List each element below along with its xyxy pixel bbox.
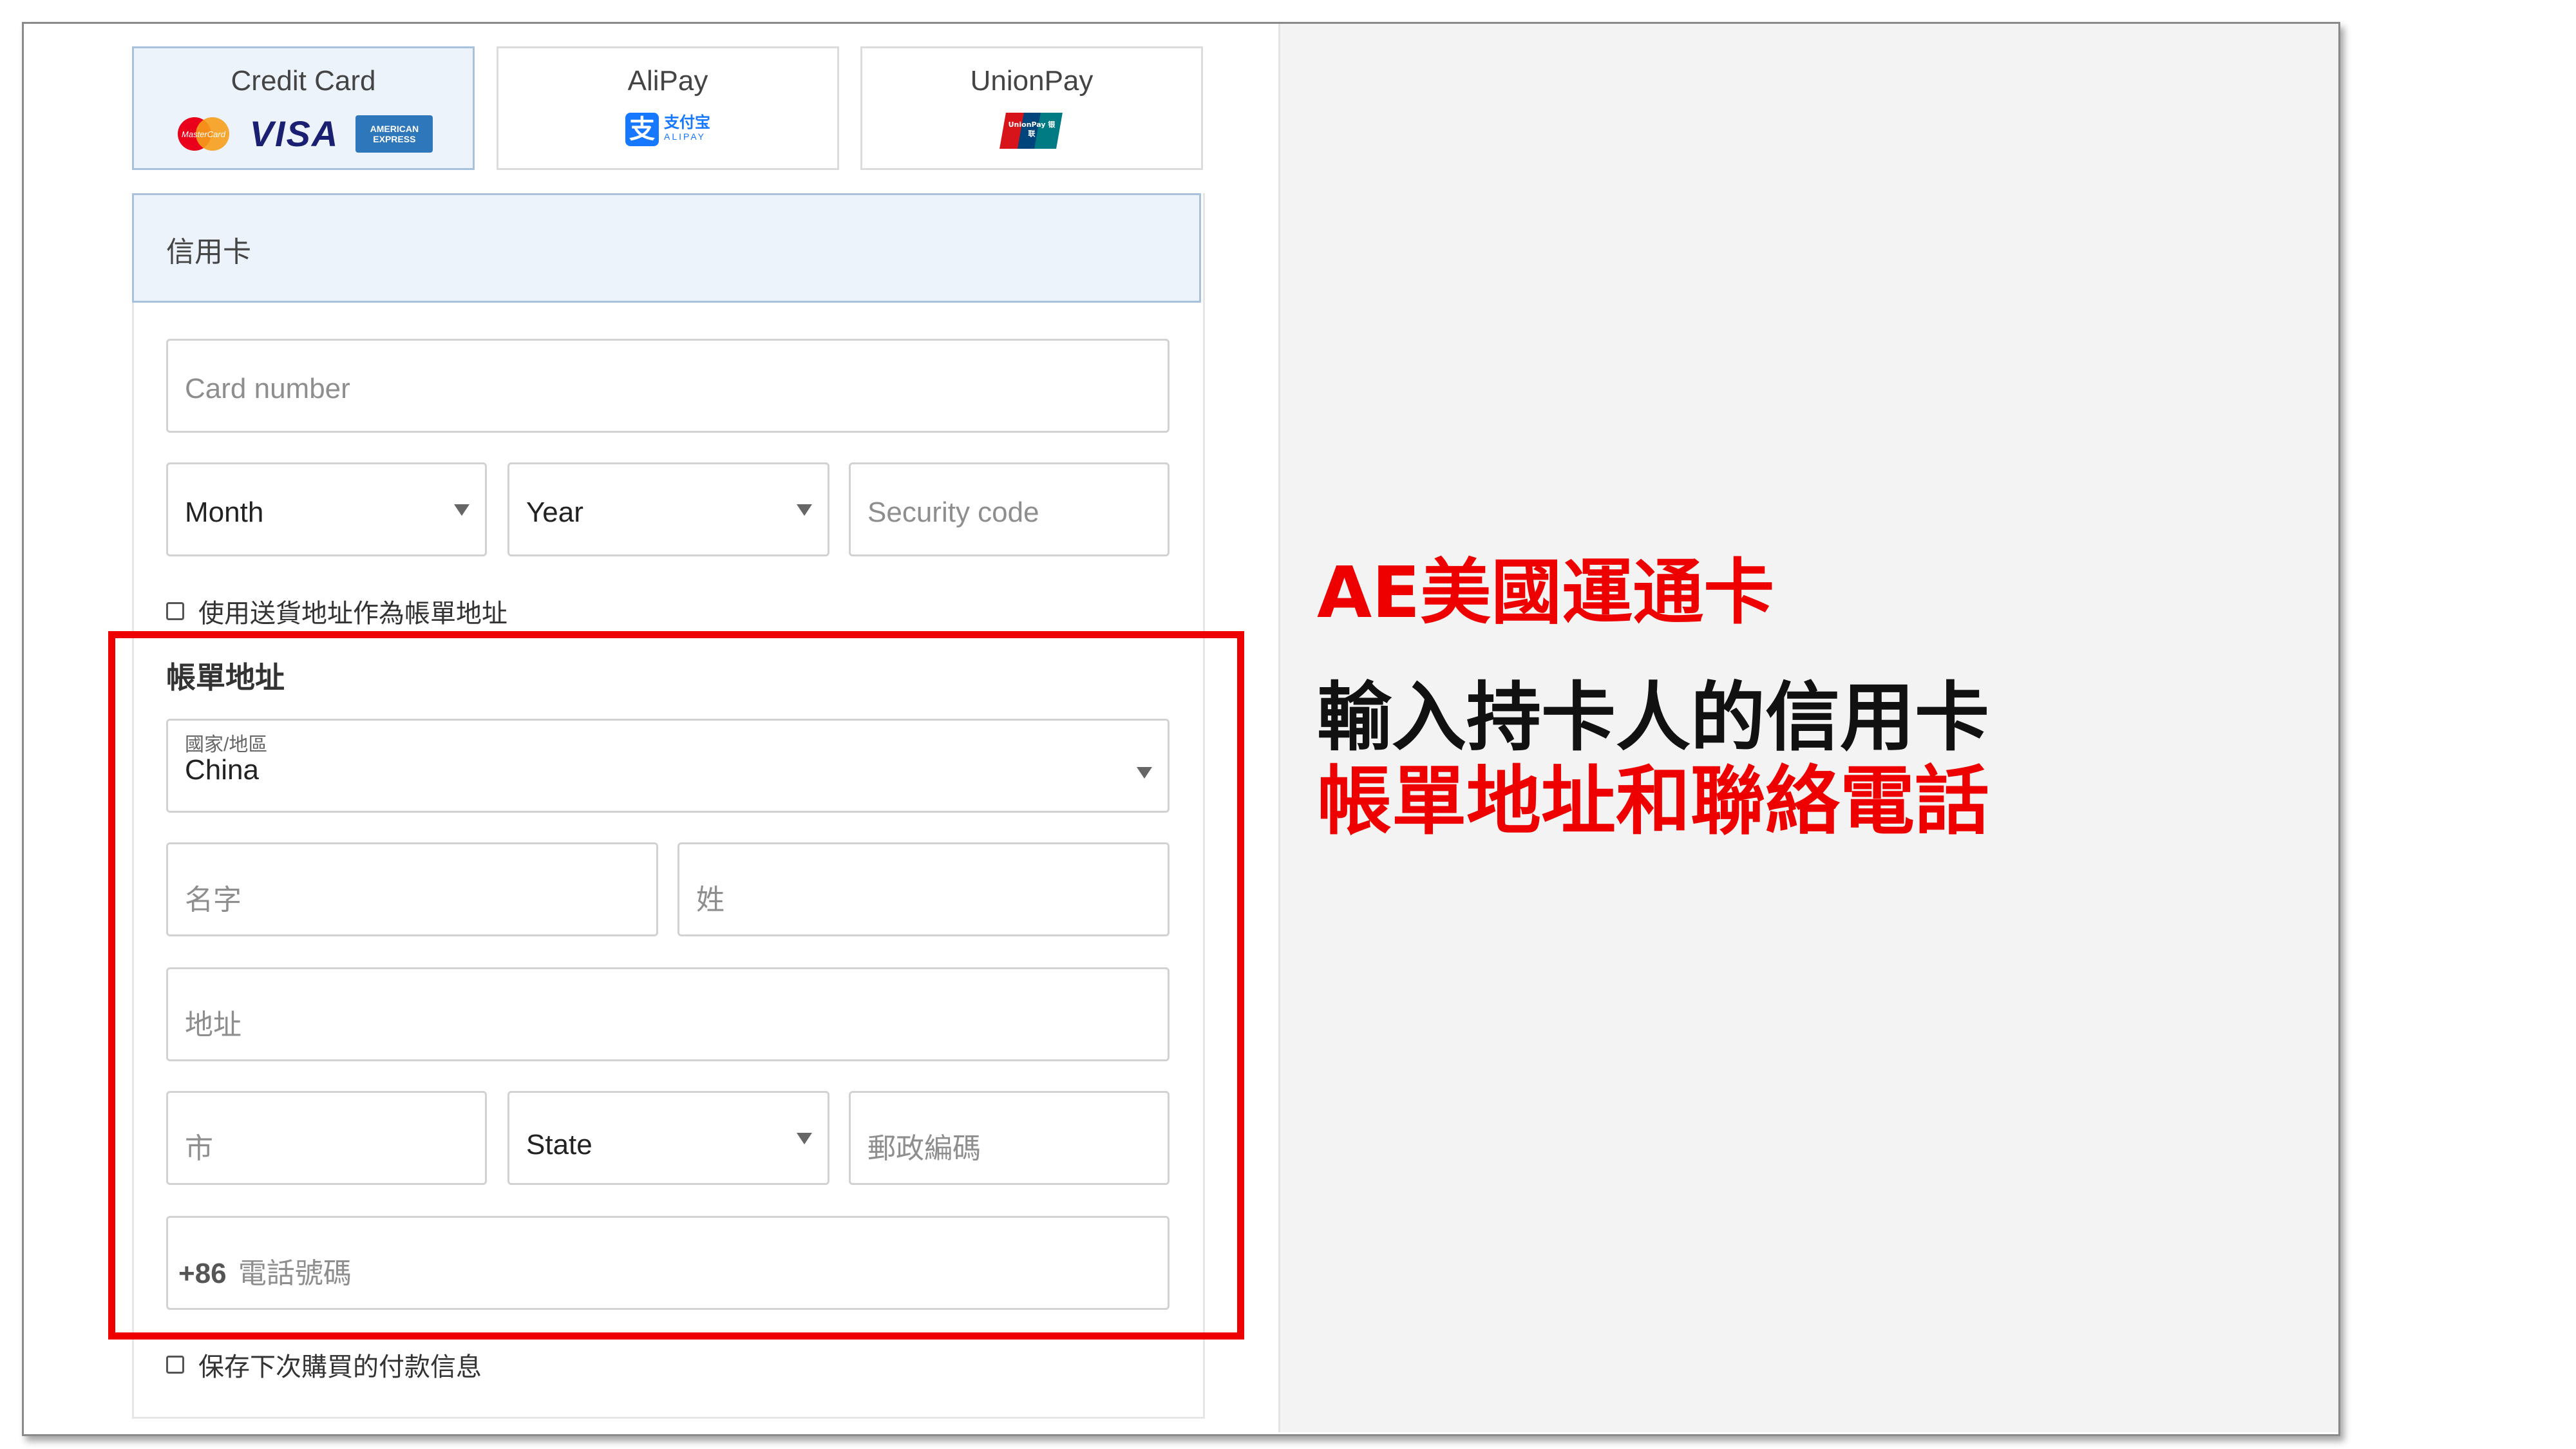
use-shipping-checkbox-row[interactable]: 使用送貨地址作為帳單地址	[166, 592, 507, 630]
use-shipping-checkbox[interactable]	[166, 602, 184, 620]
credit-card-section-header: 信用卡	[132, 193, 1201, 303]
tab-label: UnionPay	[970, 65, 1094, 97]
annotation-line2: 帳單地址和聯絡電話	[1317, 758, 1989, 845]
annotation-title: AE美國運通卡	[1317, 551, 1775, 634]
security-code-input[interactable]: Security code	[849, 462, 1170, 556]
section-title: 信用卡	[166, 236, 251, 268]
chevron-down-icon	[797, 504, 812, 516]
save-payment-checkbox[interactable]	[166, 1356, 184, 1374]
highlight-box	[108, 631, 1244, 1340]
save-payment-checkbox-row[interactable]: 保存下次購買的付款信息	[166, 1346, 482, 1383]
chevron-down-icon	[454, 504, 469, 516]
svg-text:MasterCard: MasterCard	[182, 129, 226, 139]
save-payment-label: 保存下次購買的付款信息	[198, 1353, 482, 1381]
month-select[interactable]: Month	[166, 462, 487, 556]
tab-label: AliPay	[627, 65, 708, 97]
amex-logo: AMERICAN EXPRESS	[355, 115, 433, 153]
tab-alipay[interactable]: AliPay 支 支付宝 ALIPAY	[497, 46, 839, 170]
tab-unionpay[interactable]: UnionPay UnionPay 银联	[860, 46, 1203, 170]
tab-credit-card[interactable]: Credit Card MasterCard VISA AMERICAN EXP…	[132, 46, 475, 170]
visa-logo: VISA	[249, 113, 339, 154]
alipay-logo: 支 支付宝 ALIPAY	[625, 113, 710, 146]
year-select[interactable]: Year	[507, 462, 829, 556]
mastercard-logo: MasterCard	[177, 117, 229, 151]
use-shipping-label: 使用送貨地址作為帳單地址	[198, 600, 507, 628]
card-number-input[interactable]: Card number	[166, 339, 1170, 433]
unionpay-logo: UnionPay 银联	[999, 113, 1063, 149]
tab-label: Credit Card	[231, 65, 376, 97]
